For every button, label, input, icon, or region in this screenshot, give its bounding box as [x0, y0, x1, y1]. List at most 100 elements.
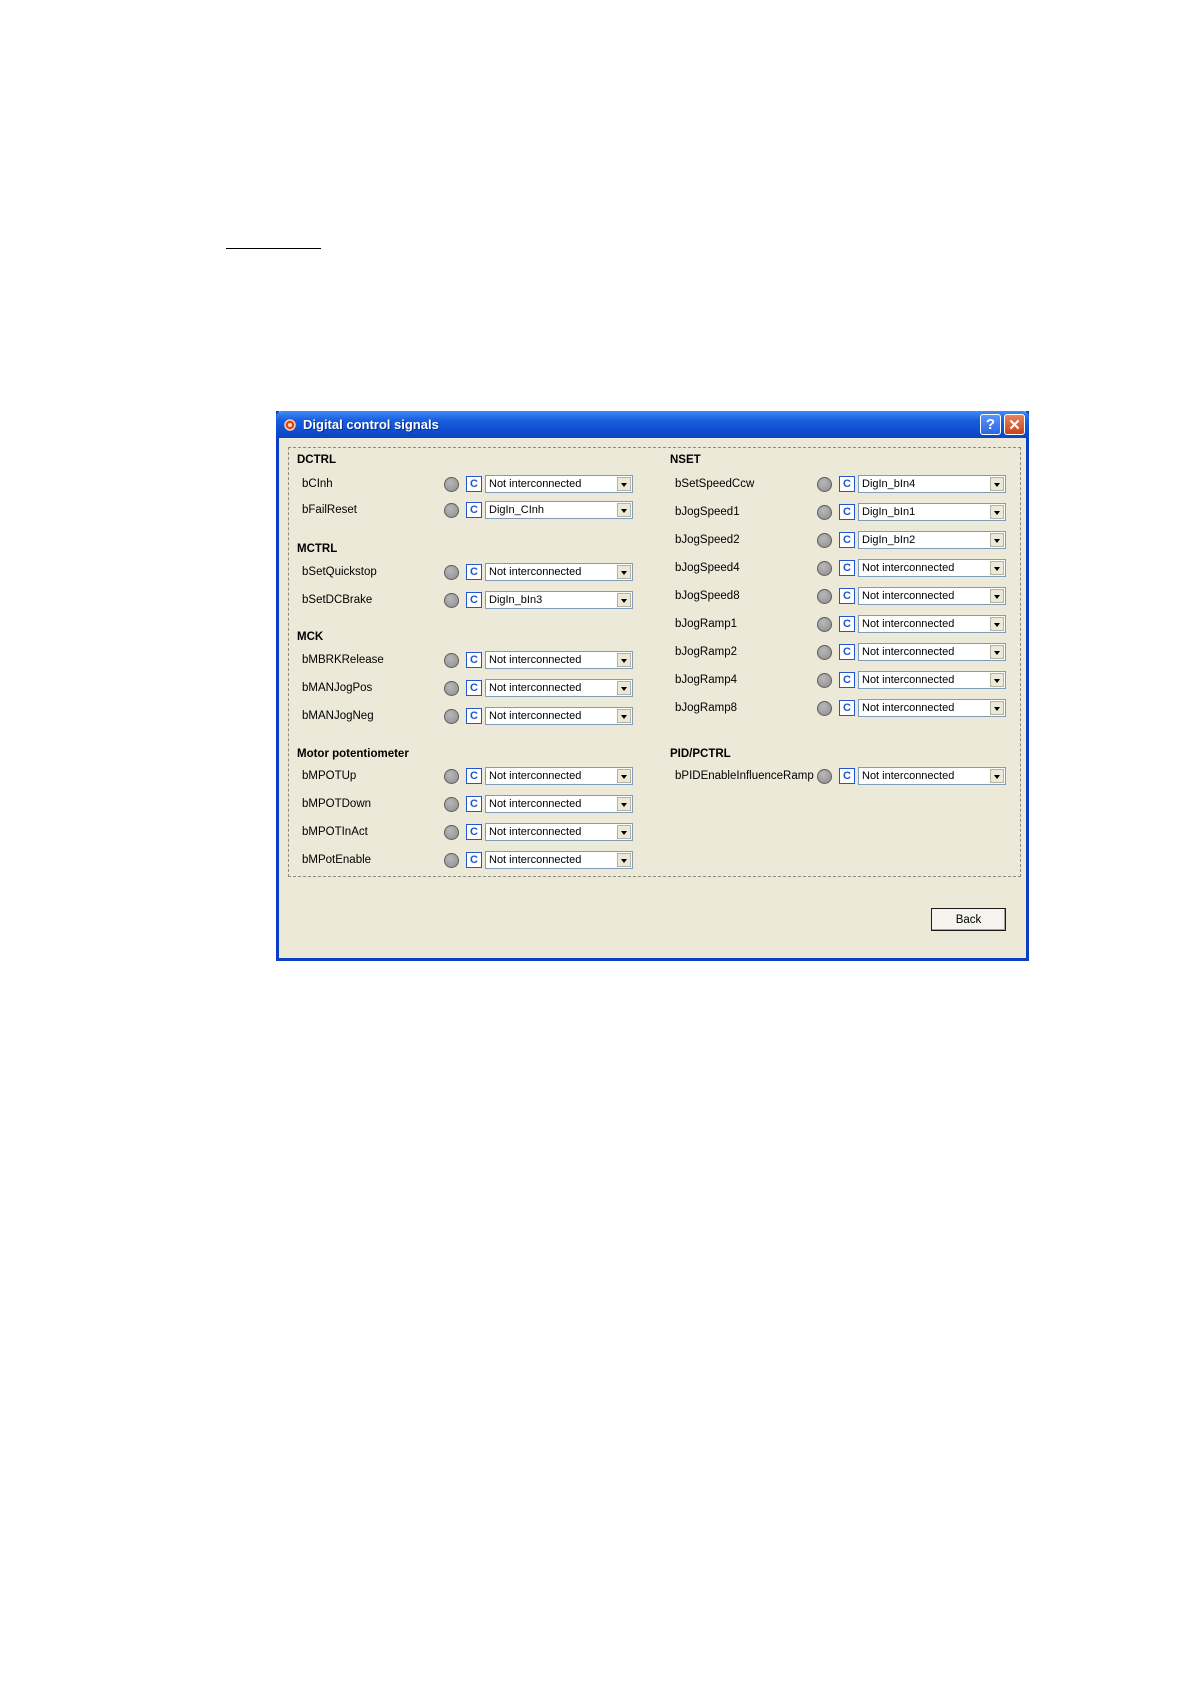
c-button[interactable]: C: [839, 672, 855, 688]
c-button[interactable]: C: [466, 476, 482, 492]
signal-row: bJogSpeed2 C DigIn_bIn2: [662, 531, 1012, 551]
source-select[interactable]: Not interconnected: [485, 851, 633, 869]
signal-label: bMANJogPos: [302, 682, 373, 694]
source-select[interactable]: Not interconnected: [485, 823, 633, 841]
status-led-icon: [444, 653, 459, 668]
chevron-down-icon[interactable]: [617, 653, 631, 667]
source-select[interactable]: Not interconnected: [485, 795, 633, 813]
status-led-icon: [817, 477, 832, 492]
c-button[interactable]: C: [466, 708, 482, 724]
back-button[interactable]: Back: [931, 908, 1006, 931]
chevron-down-icon[interactable]: [990, 477, 1004, 491]
chevron-down-icon[interactable]: [617, 565, 631, 579]
c-button[interactable]: C: [839, 504, 855, 520]
chevron-down-icon[interactable]: [617, 477, 631, 491]
title-bar[interactable]: Digital control signals ? ✕: [276, 411, 1029, 438]
c-button[interactable]: C: [466, 564, 482, 580]
source-select[interactable]: Not interconnected: [858, 699, 1006, 717]
source-select[interactable]: DigIn_bIn4: [858, 475, 1006, 493]
source-select[interactable]: DigIn_bIn2: [858, 531, 1006, 549]
status-led-icon: [817, 645, 832, 660]
chevron-down-icon[interactable]: [617, 825, 631, 839]
c-button[interactable]: C: [466, 768, 482, 784]
signal-row: bMBRKRelease C Not interconnected: [289, 651, 639, 671]
c-button[interactable]: C: [839, 588, 855, 604]
c-button[interactable]: C: [466, 852, 482, 868]
source-select[interactable]: DigIn_bIn3: [485, 591, 633, 609]
status-led-icon: [444, 825, 459, 840]
c-button[interactable]: C: [839, 700, 855, 716]
chevron-down-icon[interactable]: [990, 617, 1004, 631]
chevron-down-icon[interactable]: [617, 503, 631, 517]
close-button[interactable]: ✕: [1004, 414, 1025, 435]
chevron-down-icon[interactable]: [617, 681, 631, 695]
chevron-down-icon[interactable]: [617, 797, 631, 811]
section-title: NSET: [670, 454, 701, 466]
chevron-down-icon[interactable]: [990, 589, 1004, 603]
c-button[interactable]: C: [839, 644, 855, 660]
dialog-window: Digital control signals ? ✕ DCTRL bCInh …: [276, 411, 1029, 961]
signal-row: bPIDEnableInfluenceRamp C Not interconne…: [662, 767, 1012, 787]
source-select[interactable]: DigIn_bIn1: [858, 503, 1006, 521]
signal-row: bJogRamp4 C Not interconnected: [662, 671, 1012, 691]
c-button[interactable]: C: [839, 476, 855, 492]
source-select[interactable]: Not interconnected: [485, 679, 633, 697]
signal-row: bCInh C Not interconnected: [289, 475, 639, 495]
source-select[interactable]: Not interconnected: [858, 559, 1006, 577]
chevron-down-icon[interactable]: [617, 709, 631, 723]
document-rule: [226, 248, 321, 249]
signal-row: bFailReset C DigIn_CInh: [289, 501, 639, 521]
signal-label: bSetQuickstop: [302, 566, 377, 578]
signal-label: bMPotEnable: [302, 854, 372, 866]
c-button[interactable]: C: [466, 680, 482, 696]
chevron-down-icon[interactable]: [990, 769, 1004, 783]
source-select[interactable]: Not interconnected: [858, 643, 1006, 661]
signal-label: bJogSpeed1: [675, 506, 740, 518]
chevron-down-icon[interactable]: [990, 673, 1004, 687]
c-button[interactable]: C: [466, 824, 482, 840]
chevron-down-icon[interactable]: [617, 853, 631, 867]
signal-label: bJogRamp8: [675, 702, 738, 714]
signal-row: bJogSpeed4 C Not interconnected: [662, 559, 1012, 579]
chevron-down-icon[interactable]: [617, 769, 631, 783]
chevron-down-icon[interactable]: [990, 645, 1004, 659]
status-led-icon: [817, 701, 832, 716]
c-button[interactable]: C: [839, 616, 855, 632]
signal-label: bJogSpeed8: [675, 590, 740, 602]
source-select[interactable]: Not interconnected: [858, 615, 1006, 633]
c-button[interactable]: C: [839, 768, 855, 784]
help-button[interactable]: ?: [980, 414, 1001, 435]
signal-label: bCInh: [302, 478, 333, 490]
status-led-icon: [444, 709, 459, 724]
source-select[interactable]: Not interconnected: [485, 475, 633, 493]
window-title: Digital control signals: [303, 417, 439, 432]
source-select[interactable]: Not interconnected: [485, 767, 633, 785]
c-button[interactable]: C: [839, 532, 855, 548]
source-select[interactable]: Not interconnected: [858, 767, 1006, 785]
signal-row: bMPOTUp C Not interconnected: [289, 767, 639, 787]
c-button[interactable]: C: [466, 796, 482, 812]
signal-label: bSetSpeedCcw: [675, 478, 755, 490]
source-select[interactable]: Not interconnected: [485, 707, 633, 725]
source-select[interactable]: Not interconnected: [858, 671, 1006, 689]
c-button[interactable]: C: [839, 560, 855, 576]
signal-row: bMANJogNeg C Not interconnected: [289, 707, 639, 727]
section-title: DCTRL: [297, 454, 336, 466]
signal-label: bPIDEnableInfluenceRamp: [675, 770, 814, 782]
chevron-down-icon[interactable]: [617, 593, 631, 607]
chevron-down-icon[interactable]: [990, 561, 1004, 575]
c-button[interactable]: C: [466, 502, 482, 518]
source-select[interactable]: Not interconnected: [485, 651, 633, 669]
status-led-icon: [444, 681, 459, 696]
signal-label: bSetDCBrake: [302, 594, 373, 606]
chevron-down-icon[interactable]: [990, 505, 1004, 519]
c-button[interactable]: C: [466, 652, 482, 668]
chevron-down-icon[interactable]: [990, 701, 1004, 715]
source-select[interactable]: DigIn_CInh: [485, 501, 633, 519]
chevron-down-icon[interactable]: [990, 533, 1004, 547]
status-led-icon: [817, 769, 832, 784]
c-button[interactable]: C: [466, 592, 482, 608]
source-select[interactable]: Not interconnected: [485, 563, 633, 581]
signal-row: bMPOTInAct C Not interconnected: [289, 823, 639, 843]
source-select[interactable]: Not interconnected: [858, 587, 1006, 605]
